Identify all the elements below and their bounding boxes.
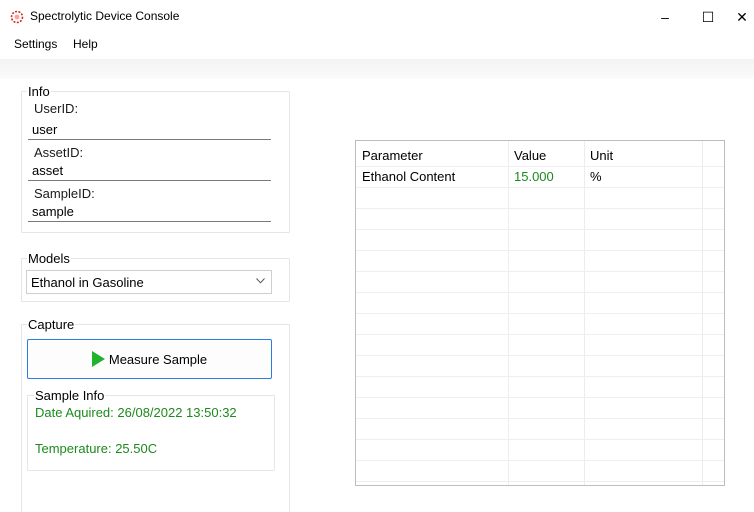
empty-row: [356, 209, 724, 230]
minimize-button[interactable]: –: [650, 4, 680, 30]
empty-row: [356, 440, 724, 461]
maximize-icon: ☐: [701, 8, 715, 25]
empty-row: [356, 293, 724, 314]
info-group-label: Info: [27, 84, 51, 99]
capture-group-label: Capture: [27, 317, 76, 332]
date-acquired-text: Date Aquired: 26/08/2022 13:50:32: [35, 405, 237, 420]
user-id-input[interactable]: user: [28, 120, 271, 140]
window-title: Spectrolytic Device Console: [30, 9, 180, 23]
chevron-down-icon: [256, 278, 265, 284]
close-button[interactable]: ✕: [730, 4, 754, 30]
table-row[interactable]: Ethanol Content 15.000 %: [356, 167, 724, 188]
empty-row: [356, 398, 724, 419]
empty-row: [356, 314, 724, 335]
sample-id-input[interactable]: sample: [28, 202, 271, 222]
spectrolytic-logo-icon: [10, 10, 24, 24]
temperature-text: Temperature: 25.50C: [35, 441, 158, 456]
column-header-value[interactable]: Value: [514, 146, 546, 166]
column-header-unit[interactable]: Unit: [590, 146, 613, 166]
play-icon: [91, 351, 105, 367]
menu-settings[interactable]: Settings: [14, 37, 57, 51]
cell-value: 15.000: [514, 169, 554, 184]
model-select[interactable]: Ethanol in Gasoline: [26, 270, 272, 294]
empty-row: [356, 188, 724, 209]
models-group-label: Models: [27, 251, 71, 266]
asset-id-input[interactable]: asset: [28, 161, 271, 181]
empty-row: [356, 419, 724, 440]
empty-row: [356, 461, 724, 482]
empty-row: [356, 356, 724, 377]
cell-parameter: Ethanol Content: [362, 169, 456, 184]
asset-id-label: AssetID:: [34, 145, 84, 160]
sample-id-label: SampleID:: [34, 186, 95, 201]
cell-unit: %: [590, 169, 602, 184]
empty-row: [356, 251, 724, 272]
maximize-button[interactable]: ☐: [693, 4, 723, 30]
menu-bar: Settings Help: [0, 34, 754, 57]
measure-sample-button[interactable]: Measure Sample: [27, 339, 272, 379]
header-strip: [0, 59, 754, 79]
empty-row: [356, 272, 724, 293]
user-id-label: UserID:: [34, 101, 79, 116]
minimize-icon: –: [661, 9, 669, 25]
empty-row: [356, 377, 724, 398]
column-header-parameter[interactable]: Parameter: [362, 146, 423, 166]
results-header-row: Parameter Value Unit: [356, 146, 724, 167]
empty-row: [356, 335, 724, 356]
menu-help[interactable]: Help: [73, 37, 98, 51]
empty-row: [356, 230, 724, 251]
model-select-value: Ethanol in Gasoline: [31, 275, 144, 290]
sample-info-group-label: Sample Info: [34, 388, 106, 403]
close-icon: ✕: [736, 8, 748, 25]
title-bar: Spectrolytic Device Console – ☐ ✕: [0, 0, 754, 34]
measure-sample-label: Measure Sample: [108, 351, 208, 367]
results-grid[interactable]: Parameter Value Unit Ethanol Content 15.…: [355, 140, 725, 486]
